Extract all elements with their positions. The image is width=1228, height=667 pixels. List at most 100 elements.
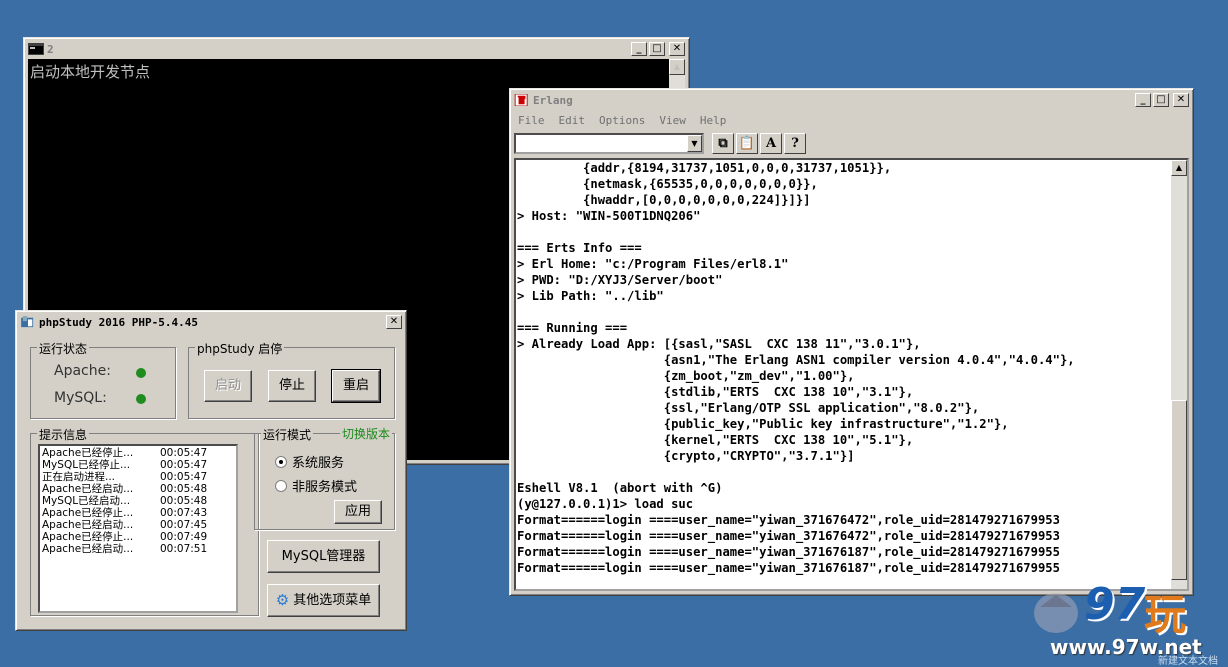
log-row[interactable]: Apache已经停止... 00:07:49 — [40, 531, 236, 543]
status-group-label: 运行状态 — [37, 340, 90, 357]
switch-version-link[interactable]: 切换版本 — [339, 425, 392, 442]
shell-line: Format======login ====user_name="yiwan_3… — [517, 513, 1060, 527]
log-row[interactable]: MySQL已经启动... 00:05:48 — [40, 495, 236, 507]
maximize-button[interactable]: □ — [649, 42, 665, 56]
close-button[interactable]: ✕ — [386, 315, 402, 329]
log-row[interactable]: Apache已经停止... 00:05:47 — [40, 447, 236, 459]
shell-line: {addr,{8194,31737,1051,0,0,0,31737,1051}… — [517, 161, 892, 175]
log-listbox[interactable]: Apache已经停止... 00:05:47 MySQL已经停止... 00:05:4… — [38, 444, 238, 613]
status-group: 运行状态 Apache: MySQL: — [30, 340, 176, 419]
apply-button[interactable]: 应用 — [334, 500, 382, 524]
paste-icon[interactable]: 📋 — [736, 132, 758, 154]
log-time: 00:07:49 — [160, 531, 208, 543]
gear-icon: ⚙ — [275, 591, 290, 609]
minimize-button[interactable]: _ — [631, 42, 647, 56]
erlang-logo-icon — [514, 94, 528, 106]
shell-line: > Already Load App: [{sasl,"SASL CXC 138… — [517, 337, 921, 351]
console-titlebar[interactable]: 2 _ □ ✕ — [26, 40, 687, 58]
log-row[interactable]: Apache已经停止... 00:07:43 — [40, 507, 236, 519]
shell-line: (y@127.0.0.1)1> load suc — [517, 497, 694, 511]
mysql-label: MySQL: — [54, 390, 107, 406]
stop-button[interactable]: 停止 — [268, 370, 316, 402]
shell-line: {netmask,{65535,0,0,0,0,0,0,0}}, — [517, 177, 818, 191]
apache-status-indicator — [136, 368, 146, 378]
erlang-title: Erlang — [533, 93, 573, 107]
start-button[interactable]: 启动 — [204, 370, 252, 402]
phpstudy-titlebar[interactable]: phpStudy 2016 PHP-5.4.45 ✕ — [18, 313, 404, 331]
menu-view[interactable]: View — [659, 114, 686, 127]
console-icon — [28, 43, 44, 55]
log-message: Apache已经启动... — [42, 519, 134, 531]
chevron-down-icon[interactable]: ▼ — [687, 134, 702, 152]
log-row[interactable]: Apache已经启动... 00:07:45 — [40, 519, 236, 531]
restart-button[interactable]: 重启 — [331, 369, 381, 403]
mysql-status-indicator — [136, 394, 146, 404]
history-combobox[interactable]: ▼ — [514, 132, 704, 154]
log-row[interactable]: 正在启动进程... 00:05:47 — [40, 471, 236, 483]
log-message: Apache已经停止... — [42, 507, 134, 519]
phpstudy-logo-icon — [21, 316, 34, 328]
log-time: 00:05:47 — [160, 459, 208, 471]
mode-nonservice-radio[interactable]: 非服务模式 — [275, 476, 357, 495]
menu-options[interactable]: Options — [599, 114, 645, 127]
mode-nonservice-label: 非服务模式 — [292, 480, 358, 495]
erlang-shell-output[interactable]: {addr,{8194,31737,1051,0,0,0,31737,1051}… — [514, 158, 1189, 591]
log-message: 正在启动进程... — [42, 471, 116, 483]
shell-line: {ssl,"Erlang/OTP SSL application","8.0.2… — [517, 401, 980, 415]
watermark-corner-text: 新建文本文档 — [1158, 656, 1218, 667]
erlang-window[interactable]: Erlang _ □ ✕ File Edit Options View Help… — [509, 88, 1194, 596]
log-message: Apache已经启动... — [42, 483, 134, 495]
log-time: 00:05:48 — [160, 483, 208, 495]
shell-line: > PWD: "D:/XYJ3/Server/boot" — [517, 273, 723, 287]
scroll-up-arrow-icon[interactable]: ▲ — [1171, 160, 1187, 176]
console-title: 2 — [47, 42, 54, 56]
shell-scrollbar[interactable]: ▲ — [1171, 160, 1187, 589]
scroll-thumb[interactable] — [1171, 400, 1187, 580]
shell-line: {public_key,"Public key infrastructure",… — [517, 417, 1009, 431]
font-icon[interactable]: A — [760, 132, 782, 154]
watermark-char: 玩 — [1144, 590, 1187, 639]
copy-icon[interactable]: ⧉ — [712, 132, 734, 154]
mode-group-label: 运行模式 — [261, 426, 314, 443]
control-group-label: phpStudy 启停 — [195, 340, 285, 357]
mode-service-radio[interactable]: 系统服务 — [275, 452, 344, 471]
console-text: 启动本地开发节点 — [30, 63, 151, 81]
mysql-manager-button[interactable]: MySQL管理器 — [267, 540, 380, 573]
phpstudy-window[interactable]: phpStudy 2016 PHP-5.4.45 ✕ 运行状态 Apache: … — [15, 310, 407, 631]
erlang-menubar: File Edit Options View Help — [514, 111, 1189, 129]
mode-service-label: 系统服务 — [292, 456, 345, 471]
shell-line: > Lib Path: "../lib" — [517, 289, 664, 303]
log-row[interactable]: Apache已经启动... 00:05:48 — [40, 483, 236, 495]
erlang-titlebar[interactable]: Erlang _ □ ✕ — [512, 91, 1191, 109]
shell-line: {crypto,"CRYPTO","3.7.1"}] — [517, 449, 855, 463]
erlang-toolbar: ▼ ⧉ 📋 A ? — [514, 131, 1189, 155]
menu-file[interactable]: File — [518, 114, 545, 127]
watermark-brand: 97 — [1084, 579, 1146, 630]
phpstudy-title: phpStudy 2016 PHP-5.4.45 — [39, 315, 198, 329]
minimize-button[interactable]: _ — [1135, 93, 1151, 107]
log-time: 00:07:51 — [160, 543, 208, 555]
shell-line: {kernel,"ERTS CXC 138 10","5.1"}, — [517, 433, 914, 447]
shell-line: Format======login ====user_name="yiwan_3… — [517, 529, 1060, 543]
shell-line: {zm_boot,"zm_dev","1.00"}, — [517, 369, 855, 383]
shell-line: > Host: "WIN-500T1DNQ206" — [517, 209, 701, 223]
menu-help[interactable]: Help — [700, 114, 727, 127]
log-row[interactable]: MySQL已经停止... 00:05:47 — [40, 459, 236, 471]
scroll-up-arrow-icon[interactable]: ▲ — [669, 59, 685, 75]
other-options-label: 其他选项菜单 — [293, 593, 372, 608]
apache-label: Apache: — [54, 363, 111, 379]
maximize-button[interactable]: □ — [1153, 93, 1169, 107]
radio-selected-icon — [275, 455, 287, 468]
log-message: Apache已经启动... — [42, 543, 134, 555]
shell-line: === Running === — [517, 321, 628, 335]
control-group: phpStudy 启停 启动 停止 重启 — [188, 340, 395, 419]
shell-line: {hwaddr,[0,0,0,0,0,0,0,224]}]}] — [517, 193, 811, 207]
log-time: 00:05:48 — [160, 495, 208, 507]
close-button[interactable]: ✕ — [1173, 93, 1189, 107]
shell-line: {stdlib,"ERTS CXC 138 10","3.1"}, — [517, 385, 914, 399]
close-button[interactable]: ✕ — [669, 42, 685, 56]
log-row[interactable]: Apache已经启动... 00:07:51 — [40, 543, 236, 555]
other-options-button[interactable]: ⚙ 其他选项菜单 — [267, 584, 380, 617]
menu-edit[interactable]: Edit — [559, 114, 586, 127]
help-icon[interactable]: ? — [784, 132, 806, 154]
